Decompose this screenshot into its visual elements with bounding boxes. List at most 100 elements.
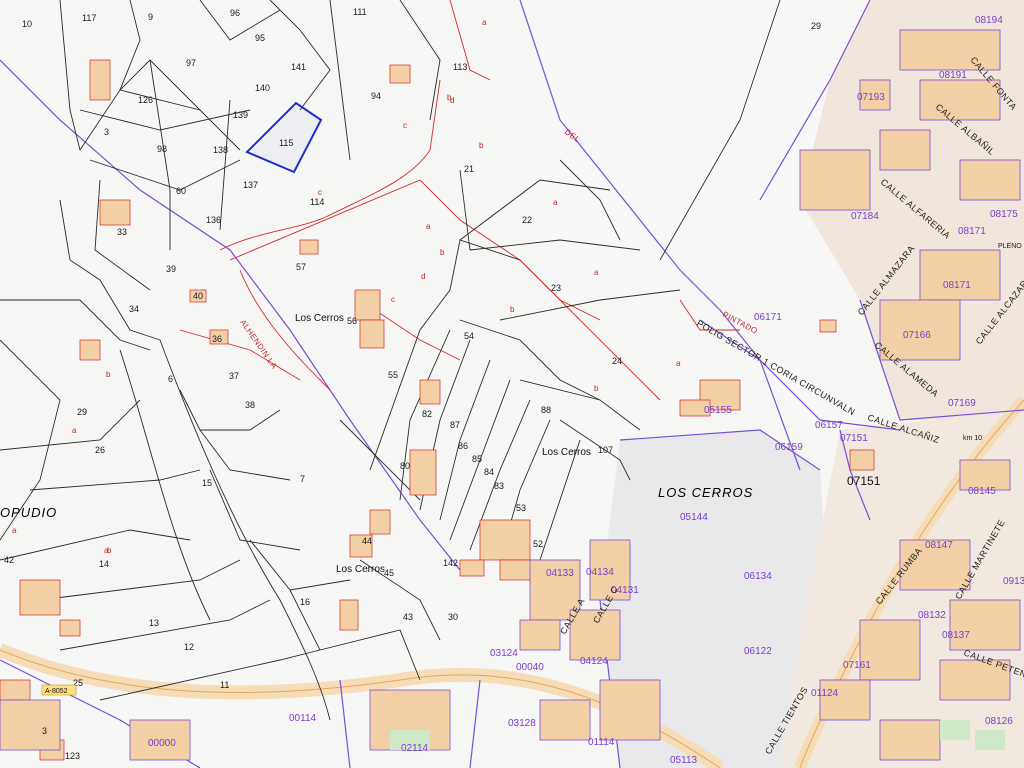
cadastral-map[interactable]: 10 117 9 96 95 111 97 141 113 140 126 94… (0, 0, 1024, 768)
zone-label: 00040 (516, 662, 544, 673)
subparcel-letter: d (450, 96, 454, 105)
parcel-label: 96 (230, 8, 240, 18)
parcel-label: 3 (42, 726, 47, 736)
zone-label: 08147 (925, 540, 953, 551)
parcel-label: 16 (300, 597, 310, 607)
parcel-label: 30 (448, 612, 458, 622)
parcel-label: 56 (347, 316, 357, 326)
parcel-label: 26 (95, 445, 105, 455)
subparcel-letter: a (676, 359, 681, 368)
parcel-label: 136 (206, 215, 221, 225)
parcel-label: 141 (291, 62, 306, 72)
zone-label: 08145 (968, 486, 996, 497)
zone-label: 07169 (948, 398, 976, 409)
zone-label: 08171 (943, 280, 971, 291)
zone-label: 05144 (680, 512, 708, 523)
zone-label: 05113 (670, 755, 698, 766)
parcel-label: 95 (255, 33, 265, 43)
parcel-label: 9 (148, 12, 153, 22)
subparcel-letter: c (403, 121, 407, 130)
parcel-label: 14 (99, 559, 109, 569)
parcel-label: 114 (310, 197, 324, 207)
subparcel-letter: b (107, 546, 112, 555)
parcel-label: 113 (453, 62, 467, 72)
zone-label: 04133 (546, 568, 574, 579)
parcel-label: 137 (243, 180, 258, 190)
zone-label: 07166 (903, 330, 931, 341)
zone-label: 06157 (815, 420, 843, 431)
place-label: Los Cerros (295, 313, 344, 324)
parcel-label: 126 (138, 95, 153, 105)
parcel-label: 97 (186, 58, 196, 68)
zone-label: 00000 (148, 738, 176, 749)
parcel-label: 42 (4, 555, 14, 565)
parcel-label: 142 (443, 558, 458, 568)
subparcel-letter: b (440, 248, 445, 257)
parcel-label: 83 (494, 481, 504, 491)
parcel-label: 38 (245, 400, 255, 410)
parcel-label: 123 (65, 751, 80, 761)
subparcel-letter: d (421, 272, 425, 281)
zone-label: 03128 (508, 718, 536, 729)
parcel-label: 111 (353, 7, 367, 17)
parcel-label: 82 (422, 409, 432, 419)
zone-label: 07193 (857, 92, 885, 103)
parcel-label: 39 (166, 264, 176, 274)
zone-label: 08132 (918, 610, 946, 621)
subparcel-letter: c (318, 188, 322, 197)
parcel-label: 43 (403, 612, 413, 622)
subparcel-letter: b (479, 141, 484, 150)
parcel-label: 7 (300, 474, 305, 484)
parcel-label: 54 (464, 331, 474, 341)
zone-label: 01124 (811, 688, 839, 699)
parcel-label: 3 (104, 127, 109, 137)
zone-label: 08194 (975, 15, 1003, 26)
zone-label: 07161 (843, 660, 871, 671)
highlight-zone-label: 07151 (847, 474, 881, 488)
zone-label: 06171 (754, 312, 782, 323)
place-label: Los Cerros (336, 564, 385, 575)
subparcel-letter: b (510, 305, 515, 314)
parcel-label: 140 (255, 83, 270, 93)
zone-label: 06159 (775, 442, 803, 453)
subparcel-letter: a (553, 198, 558, 207)
misc-label: PLENO (998, 243, 1022, 250)
parcel-label: 107 (598, 445, 613, 455)
parcel-label: 57 (296, 262, 306, 272)
parcel-label: 21 (464, 164, 474, 174)
zone-label: 05155 (704, 405, 732, 416)
parcel-label: 15 (202, 478, 212, 488)
zone-label: 02114 (401, 743, 429, 754)
parcel-label: 11 (220, 680, 229, 690)
parcel-label: 33 (117, 227, 127, 237)
parcel-label: 117 (82, 13, 96, 23)
subparcel-letter: a (482, 18, 487, 27)
parcel-label: 44 (362, 536, 372, 546)
subparcel-letter: a (426, 222, 431, 231)
parcel-label: 115 (279, 138, 293, 148)
zone-label: 03124 (490, 648, 518, 659)
parcel-label: 29 (811, 21, 821, 31)
parcel-label: 45 (384, 568, 394, 578)
zone-label: 00114 (289, 713, 317, 724)
zone-label: 04124 (580, 656, 608, 667)
parcel-label: 84 (484, 467, 494, 477)
subparcel-letter: b (594, 384, 599, 393)
parcel-label: 139 (233, 110, 248, 120)
zone-label: 09130 (1003, 576, 1024, 587)
parcel-label: 29 (77, 407, 87, 417)
parcel-label: 86 (458, 441, 468, 451)
road-label: km 10 (963, 435, 982, 442)
zone-label: 08191 (939, 70, 967, 81)
zone-label: 06134 (744, 571, 772, 582)
subparcel-letter: a (12, 526, 17, 535)
road-label: A-8052 (45, 688, 68, 695)
zone-label: 04134 (586, 567, 614, 578)
parcel-label: 24 (612, 356, 622, 366)
parcel-label: 36 (212, 334, 222, 344)
zone-label: 07184 (851, 211, 879, 222)
subparcel-letter: a (72, 426, 77, 435)
parcel-label: 80 (400, 461, 410, 471)
parcel-label: 13 (149, 618, 159, 628)
parcel-label: 23 (551, 283, 561, 293)
